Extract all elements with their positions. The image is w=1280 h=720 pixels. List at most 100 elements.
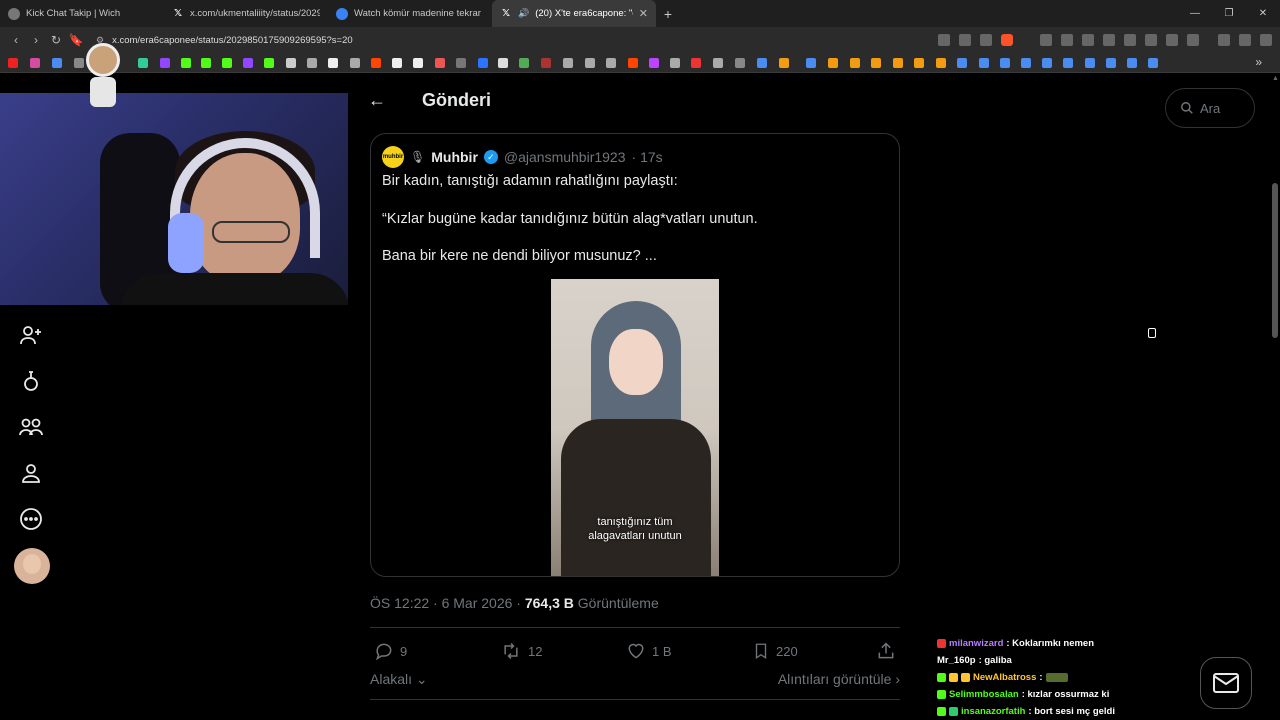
video-thumbnail[interactable]: tanıştığınız tüm alagavatları unutun xyxy=(551,279,719,576)
back-arrow-icon[interactable]: ← xyxy=(368,90,408,111)
steam-bookmark-icon[interactable] xyxy=(1021,58,1031,68)
back-nav-icon[interactable]: ‹ xyxy=(6,33,26,47)
bookmark-icon[interactable] xyxy=(264,58,274,68)
bookmark-icon[interactable] xyxy=(519,58,529,68)
bookmark-icon[interactable] xyxy=(893,58,903,68)
bookmark-icon[interactable] xyxy=(871,58,881,68)
new-tab-icon[interactable]: + xyxy=(656,6,680,22)
steam-bookmark-icon[interactable] xyxy=(1063,58,1073,68)
menu-icon[interactable] xyxy=(1260,34,1272,46)
zoom-icon[interactable] xyxy=(938,34,950,46)
post-time[interactable]: · 17s xyxy=(632,149,663,165)
bookmark-icon[interactable] xyxy=(828,58,838,68)
bookmark-icon[interactable] xyxy=(563,58,573,68)
profile-icon[interactable] xyxy=(14,456,48,490)
extension-icon[interactable] xyxy=(1082,34,1094,46)
x-bookmark-icon[interactable] xyxy=(328,58,338,68)
steam-bookmark-icon[interactable] xyxy=(1148,58,1158,68)
grok-icon[interactable] xyxy=(14,364,48,398)
bookmark-icon[interactable] xyxy=(541,58,551,68)
author-name[interactable]: Muhbir xyxy=(431,149,478,165)
browser-tab-3[interactable]: Watch kömür madenine tekrar inmek xyxy=(328,0,492,27)
more-icon[interactable] xyxy=(14,502,48,536)
account-avatar[interactable] xyxy=(14,548,50,584)
share-button[interactable] xyxy=(876,641,896,661)
close-window-icon[interactable]: ✕ xyxy=(1246,0,1280,27)
reddit-bookmark-icon[interactable] xyxy=(371,58,381,68)
communities-icon[interactable] xyxy=(14,410,48,444)
kick-bookmark-icon[interactable] xyxy=(181,58,191,68)
more-bookmarks-icon[interactable]: » xyxy=(1255,55,1262,69)
steam-bookmark-icon[interactable] xyxy=(806,58,816,68)
bookmark-icon[interactable] xyxy=(392,58,402,68)
bookmark-icon[interactable] xyxy=(649,58,659,68)
related-dropdown[interactable]: Alakalı ⌄ xyxy=(370,671,428,687)
follow-icon[interactable] xyxy=(14,318,48,352)
steam-bookmark-icon[interactable] xyxy=(1042,58,1052,68)
page-scrollbar[interactable]: ▲ xyxy=(1270,73,1280,720)
messages-button[interactable] xyxy=(1200,657,1252,709)
close-tab-icon[interactable]: ✕ xyxy=(639,7,648,20)
reload-icon[interactable]: ↻ xyxy=(46,33,66,47)
browser-tab-1[interactable]: Kick Chat Takip | Wich xyxy=(0,0,164,27)
bookmark-icon[interactable] xyxy=(478,58,488,68)
bookmark-icon[interactable] xyxy=(456,58,466,68)
steam-bookmark-icon[interactable] xyxy=(1085,58,1095,68)
audio-icon[interactable]: 🔊 xyxy=(518,8,529,19)
bookmark-icon[interactable] xyxy=(936,58,946,68)
bookmark-icon[interactable] xyxy=(350,58,360,68)
browser-tab-2[interactable]: 𝕏 x.com/ukmentaliiity/status/20296473 xyxy=(164,0,328,27)
folder-bookmark-icon[interactable] xyxy=(735,58,745,68)
kick-bookmark-icon[interactable] xyxy=(222,58,232,68)
reddit-bookmark-icon[interactable] xyxy=(628,58,638,68)
bookmark-icon[interactable] xyxy=(307,58,317,68)
author-handle[interactable]: @ajansmuhbir1923 xyxy=(504,149,626,165)
steam-bookmark-icon[interactable] xyxy=(1127,58,1137,68)
minimize-icon[interactable]: — xyxy=(1178,0,1212,27)
scroll-up-icon[interactable]: ▲ xyxy=(1272,75,1279,82)
bookmark-icon[interactable] xyxy=(713,58,723,68)
like-button[interactable]: 1 B xyxy=(626,641,672,661)
youtube-bookmark-icon[interactable] xyxy=(8,58,18,68)
bookmark-icon[interactable] xyxy=(138,58,148,68)
bookmark-icon[interactable] xyxy=(850,58,860,68)
bookmark-icon[interactable] xyxy=(435,58,445,68)
cast-icon[interactable] xyxy=(959,34,971,46)
view-quotes-link[interactable]: Alıntıları görüntüle › xyxy=(778,671,900,687)
bookmark-icon[interactable] xyxy=(914,58,924,68)
share-icon[interactable] xyxy=(980,34,992,46)
muhbir-avatar[interactable]: muhbir xyxy=(382,146,404,168)
amazon-bookmark-icon[interactable] xyxy=(413,58,423,68)
bookmark-icon[interactable] xyxy=(286,58,296,68)
steam-bookmark-icon[interactable] xyxy=(1000,58,1010,68)
forward-nav-icon[interactable]: › xyxy=(26,33,46,47)
extension-icon[interactable] xyxy=(1145,34,1157,46)
sidebar-icon[interactable] xyxy=(1187,34,1199,46)
browser-tab-active[interactable]: 𝕏 🔊 (20) X'te era6capone: "eleman ✕ xyxy=(492,0,656,27)
steam-bookmark-icon[interactable] xyxy=(979,58,989,68)
reply-button[interactable]: 9 xyxy=(374,641,407,661)
url-field[interactable]: ⚙ x.com/era6caponee/status/2029850175909… xyxy=(96,35,353,46)
repost-button[interactable]: 12 xyxy=(500,641,542,661)
extension-icon[interactable] xyxy=(1040,34,1052,46)
instagram-bookmark-icon[interactable] xyxy=(30,58,40,68)
search-input[interactable]: Ara xyxy=(1165,88,1255,128)
kick-bookmark-icon[interactable] xyxy=(201,58,211,68)
bookmark-button[interactable]: 220 xyxy=(752,641,798,661)
twitch-bookmark-icon[interactable] xyxy=(243,58,253,68)
post-timestamp[interactable]: ÖS 12:22 · 6 Mar 2026 · xyxy=(370,595,525,611)
bookmark-icon[interactable] xyxy=(779,58,789,68)
brave-shield-icon[interactable] xyxy=(1001,34,1013,46)
restore-icon[interactable]: ❐ xyxy=(1212,0,1246,27)
steam-bookmark-icon[interactable] xyxy=(957,58,967,68)
extension-icon[interactable] xyxy=(1103,34,1115,46)
quoted-tweet-card[interactable]: muhbir 🎙 Muhbir ✓ @ajansmuhbir1923 · 17s… xyxy=(370,133,900,577)
extension-icon[interactable] xyxy=(1124,34,1136,46)
steam-bookmark-icon[interactable] xyxy=(757,58,767,68)
media-icon[interactable] xyxy=(1239,34,1251,46)
bookmark-icon[interactable] xyxy=(670,58,680,68)
bookmark-icon[interactable] xyxy=(606,58,616,68)
twitch-bookmark-icon[interactable] xyxy=(160,58,170,68)
bookmark-icon[interactable] xyxy=(52,58,62,68)
scrollbar-thumb[interactable] xyxy=(1272,183,1278,338)
